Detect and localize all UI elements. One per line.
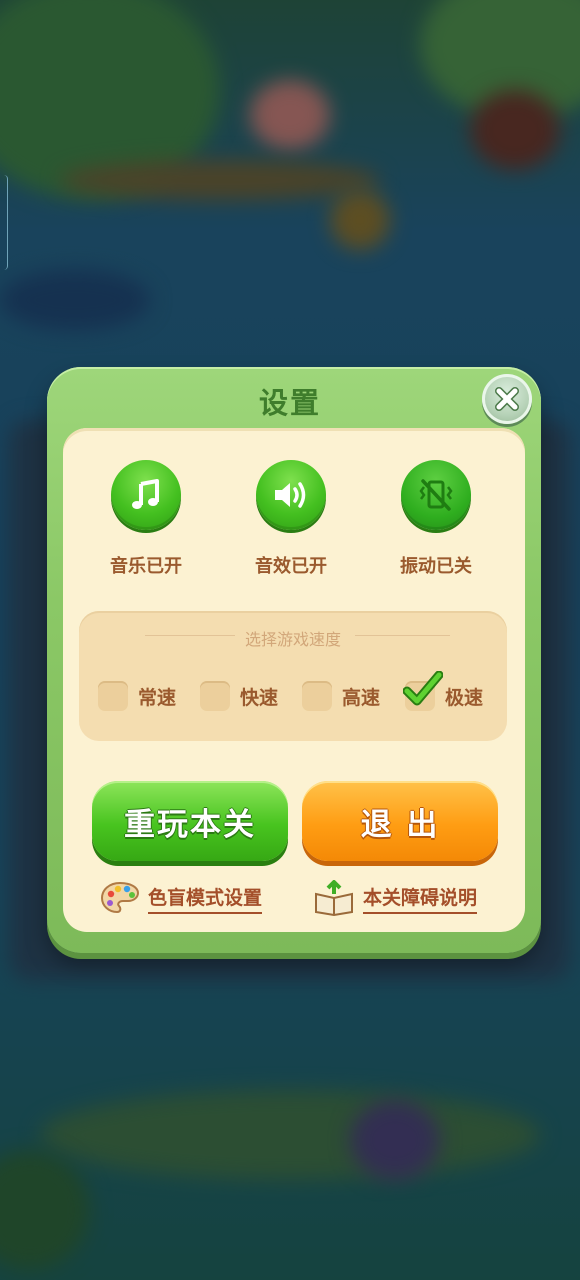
speaker-icon bbox=[275, 482, 306, 508]
speed-option-label: 快速 bbox=[240, 686, 279, 709]
music-toggle-label: 音乐已开 bbox=[110, 556, 182, 577]
palette-icon bbox=[100, 881, 140, 914]
level-obstacle-info-link[interactable]: 本关障碍说明 bbox=[313, 880, 478, 916]
speed-option-extreme[interactable]: 极速 bbox=[403, 671, 484, 714]
checkbox[interactable] bbox=[302, 681, 332, 711]
checkmark-icon bbox=[403, 671, 443, 706]
vibration-toggle[interactable]: 振动已关 bbox=[381, 460, 491, 578]
speed-title: 选择游戏速度 bbox=[244, 630, 341, 649]
speed-option-label: 高速 bbox=[342, 686, 381, 709]
vibration-toggle-label: 振动已关 bbox=[400, 556, 472, 577]
colorblind-mode-link[interactable]: 色盲模式设置 bbox=[100, 880, 263, 916]
vibration-off-icon bbox=[419, 479, 453, 511]
book-icon bbox=[315, 880, 353, 916]
replay-level-button[interactable]: 重玩本关 bbox=[92, 781, 288, 861]
music-note-icon bbox=[132, 479, 159, 509]
level-obstacle-info-label: 本关障碍说明 bbox=[363, 883, 478, 914]
colorblind-mode-label: 色盲模式设置 bbox=[148, 883, 263, 914]
sound-toggle-button[interactable] bbox=[256, 460, 326, 530]
speed-option-normal[interactable]: 常速 bbox=[98, 678, 176, 714]
checkbox[interactable] bbox=[98, 681, 128, 711]
music-toggle-button[interactable] bbox=[111, 460, 181, 530]
exit-button[interactable]: 退 出 bbox=[302, 781, 498, 861]
close-button[interactable] bbox=[482, 374, 532, 424]
speed-option-label: 极速 bbox=[445, 686, 484, 709]
close-icon bbox=[495, 387, 519, 411]
speed-option-label: 常速 bbox=[138, 686, 177, 709]
sound-toggle-label: 音效已开 bbox=[255, 556, 327, 577]
vibration-toggle-button[interactable] bbox=[401, 460, 471, 530]
music-toggle[interactable]: 音乐已开 bbox=[91, 460, 201, 578]
speed-option-fast[interactable]: 快速 bbox=[200, 678, 278, 714]
checkbox[interactable] bbox=[200, 681, 230, 711]
sound-toggle[interactable]: 音效已开 bbox=[236, 460, 346, 578]
checkbox-checked[interactable] bbox=[403, 671, 443, 711]
speed-option-high[interactable]: 高速 bbox=[302, 678, 380, 714]
side-tab bbox=[0, 175, 8, 270]
